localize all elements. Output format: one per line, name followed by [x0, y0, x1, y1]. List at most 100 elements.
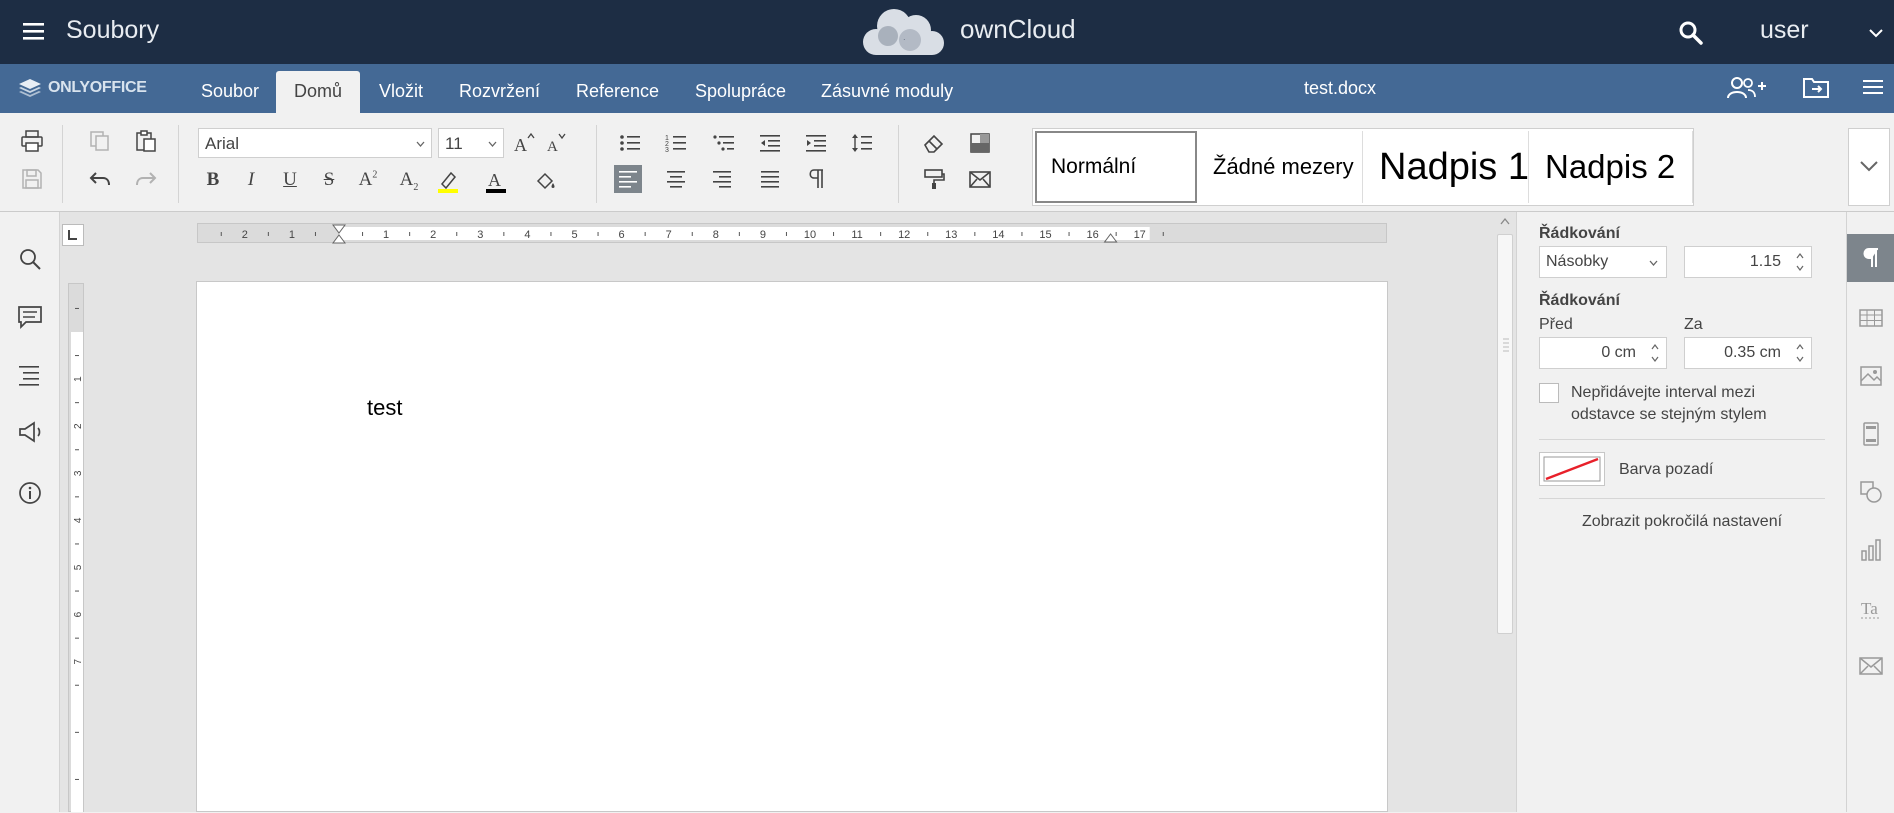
background-color-picker[interactable]: [1539, 452, 1605, 486]
caret-down-icon[interactable]: [1868, 26, 1884, 40]
feedback-icon[interactable]: [17, 420, 43, 446]
font-color-icon[interactable]: A: [482, 167, 510, 195]
font-name-select[interactable]: Arial: [198, 128, 432, 158]
nonprinting-characters-icon[interactable]: [802, 165, 830, 193]
align-center-icon[interactable]: [662, 165, 690, 193]
about-icon[interactable]: [17, 480, 43, 506]
advanced-settings-link[interactable]: Zobrazit pokročilá nastavení: [1539, 513, 1825, 531]
style-heading-2[interactable]: Nadpis 2: [1531, 131, 1693, 203]
tab-domu[interactable]: Domů: [276, 71, 361, 113]
search-icon[interactable]: [1678, 20, 1704, 46]
align-left-icon[interactable]: [614, 165, 642, 193]
line-spacing-mode-value: Násobky: [1546, 253, 1609, 270]
justify-icon[interactable]: [756, 165, 784, 193]
subscript-button[interactable]: A2: [396, 169, 422, 193]
style-normal[interactable]: Normální: [1035, 131, 1197, 203]
document-title: test.docx: [1304, 78, 1377, 98]
line-spacing-value-input[interactable]: 1.15: [1684, 246, 1812, 278]
same-style-spacing-checkbox[interactable]: [1539, 383, 1559, 403]
left-sidebar: [0, 212, 60, 812]
mail-merge-icon[interactable]: [1847, 642, 1894, 690]
superscript-button[interactable]: A2: [355, 169, 381, 191]
line-spacing-mode-select[interactable]: Násobky: [1539, 246, 1667, 278]
copy-icon[interactable]: [86, 127, 114, 155]
ruler-label: 5: [73, 564, 84, 570]
tab-reference[interactable]: Reference: [558, 71, 677, 113]
save-icon[interactable]: [18, 165, 46, 193]
styles-more-button[interactable]: [1848, 128, 1890, 206]
redo-icon[interactable]: [132, 165, 160, 193]
paragraph-icon[interactable]: [1847, 234, 1894, 282]
numbered-list-icon[interactable]: 123: [662, 129, 690, 157]
multilevel-list-icon[interactable]: [710, 129, 738, 157]
paragraph-settings-panel: Řádkování Násobky 1.15 Řádkování Před Za…: [1516, 212, 1846, 812]
document-text[interactable]: test: [367, 395, 402, 421]
ruler-label: 13: [945, 229, 957, 241]
clear-style-icon[interactable]: [920, 129, 948, 157]
undo-icon[interactable]: [86, 165, 114, 193]
subscript-base: A: [399, 169, 414, 190]
text-art-icon[interactable]: Ta: [1847, 584, 1894, 632]
scrollbar-thumb[interactable]: [1497, 234, 1513, 634]
tab-soubor[interactable]: Soubor: [183, 71, 277, 113]
owncloud-logo[interactable]: [858, 6, 950, 58]
font-size-select[interactable]: 11: [438, 128, 504, 158]
tab-vlozit[interactable]: Vložit: [361, 71, 441, 113]
bold-button[interactable]: B: [200, 169, 226, 191]
style-no-spacing[interactable]: Žádné mezery: [1199, 131, 1363, 203]
hamburger-menu-icon[interactable]: [1862, 76, 1884, 98]
vertical-scrollbar[interactable]: [1496, 214, 1514, 812]
spinner-icon[interactable]: [1650, 342, 1660, 364]
highlight-color-icon[interactable]: [434, 167, 462, 195]
copy-style-icon[interactable]: [920, 165, 948, 193]
separator: [596, 125, 597, 203]
tab-spoluprace[interactable]: Spolupráce: [677, 71, 804, 113]
chart-icon[interactable]: [1847, 526, 1894, 574]
print-icon[interactable]: [18, 127, 46, 155]
tab-stop-selector[interactable]: [62, 224, 84, 246]
open-file-location-icon[interactable]: [1802, 76, 1830, 100]
increase-font-icon[interactable]: A: [510, 129, 538, 157]
style-heading-1[interactable]: Nadpis 1: [1365, 131, 1529, 203]
chevron-down-icon: [1649, 260, 1658, 266]
decrease-indent-icon[interactable]: [756, 129, 784, 157]
align-right-icon[interactable]: [708, 165, 736, 193]
ruler-label: 11: [851, 229, 862, 241]
onlyoffice-logo[interactable]: ONLYOFFICE: [18, 78, 147, 98]
spacing-after-input[interactable]: 0.35 cm: [1684, 337, 1812, 369]
increase-indent-icon[interactable]: [802, 129, 830, 157]
navigation-icon[interactable]: [17, 362, 43, 388]
comments-icon[interactable]: [17, 304, 43, 330]
table-icon[interactable]: [1847, 294, 1894, 342]
document-page[interactable]: test: [196, 281, 1388, 812]
header-footer-icon[interactable]: [1847, 410, 1894, 458]
user-menu[interactable]: user: [1760, 16, 1809, 45]
tab-rozvrzeni[interactable]: Rozvržení: [441, 71, 558, 113]
app-name[interactable]: Soubory: [66, 16, 159, 45]
paste-icon[interactable]: [132, 127, 160, 155]
tab-zasuvne-moduly[interactable]: Zásuvné moduly: [803, 71, 971, 113]
italic-button[interactable]: I: [238, 169, 264, 191]
scroll-up-icon[interactable]: [1496, 214, 1514, 228]
search-icon[interactable]: [17, 246, 43, 272]
strikethrough-button[interactable]: S: [316, 169, 342, 191]
menu-icon[interactable]: [22, 20, 46, 42]
horizontal-ruler[interactable]: 2 1 1 2 3 4 5 6 7 8 9 10 11 12 13 14 15 16 17: [197, 223, 1387, 244]
decrease-font-icon[interactable]: A: [542, 129, 570, 157]
line-spacing-icon[interactable]: [848, 129, 876, 157]
mail-merge-icon[interactable]: [966, 165, 994, 193]
add-user-icon[interactable]: [1726, 76, 1768, 100]
bullet-list-icon[interactable]: [616, 129, 644, 157]
checkbox-label-line-2: odstavce se stejným stylem: [1571, 406, 1767, 423]
spinner-icon[interactable]: [1795, 251, 1805, 273]
shading-icon[interactable]: [966, 129, 994, 157]
vertical-ruler[interactable]: 1 2 3 4 5 6 7: [68, 283, 84, 812]
image-icon[interactable]: [1847, 352, 1894, 400]
underline-button[interactable]: U: [277, 169, 303, 191]
svg-text:A: A: [547, 139, 558, 155]
spacing-before-input[interactable]: 0 cm: [1539, 337, 1667, 369]
spinner-icon[interactable]: [1795, 342, 1805, 364]
paragraph-shading-icon[interactable]: [532, 167, 560, 195]
spacing-before-value: 0 cm: [1601, 344, 1636, 361]
shape-icon[interactable]: [1847, 468, 1894, 516]
